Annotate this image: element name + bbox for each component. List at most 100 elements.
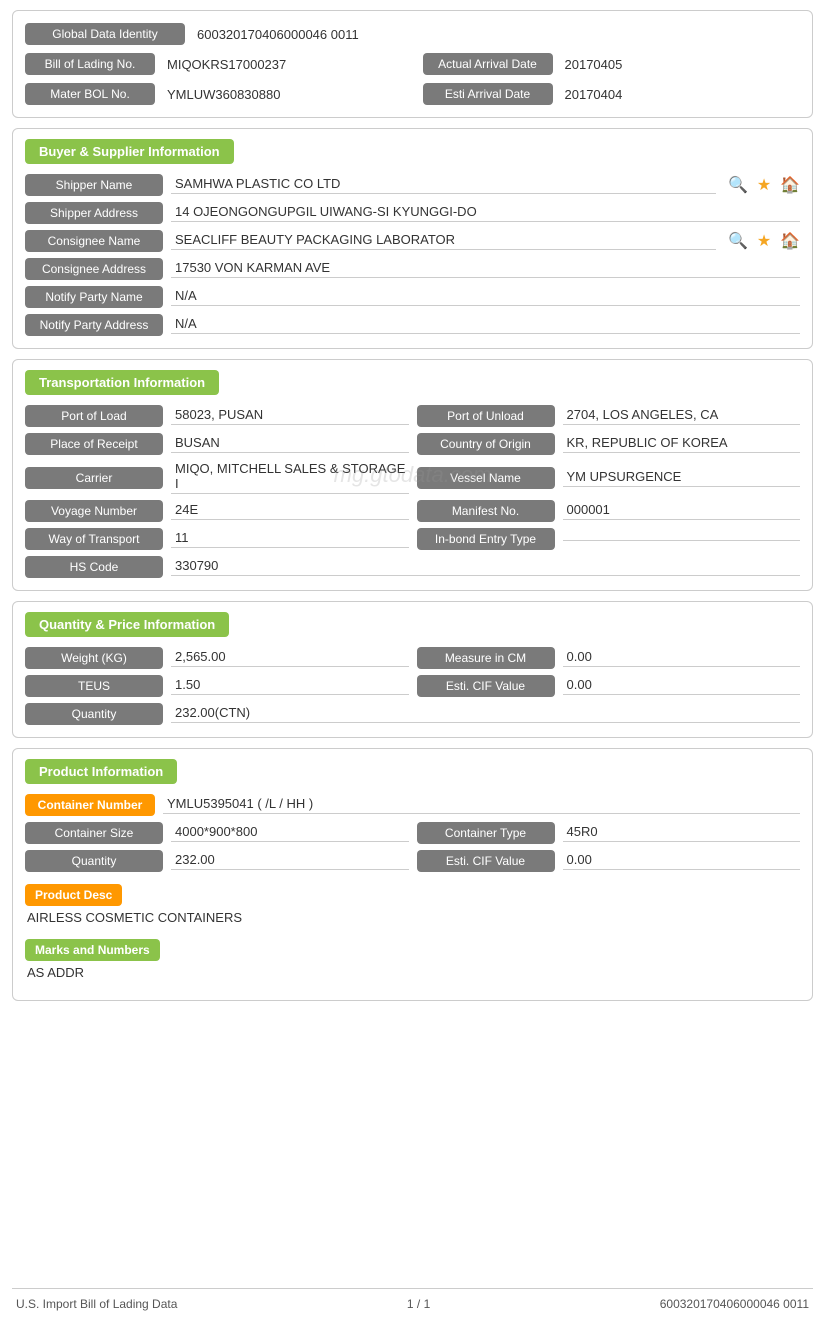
- way-of-transport-label: Way of Transport: [25, 528, 163, 550]
- carrier-pair: Carrier MIQO, MITCHELL SALES & STORAGE I: [25, 461, 409, 494]
- transportation-section: Transportation Information mg.gtodata.co…: [12, 359, 813, 591]
- carrier-label: Carrier: [25, 467, 163, 489]
- voyage-number-pair: Voyage Number 24E: [25, 500, 409, 522]
- shipper-name-icons: 🔍 ★ 🏠: [724, 175, 800, 195]
- shipper-search-icon[interactable]: 🔍: [728, 175, 748, 195]
- actual-arrival-date-value: 20170405: [561, 57, 623, 72]
- product-desc-block: Product Desc AIRLESS COSMETIC CONTAINERS: [25, 884, 800, 933]
- esti-cif-pair: Esti. CIF Value 0.00: [417, 675, 801, 697]
- identity-box: Global Data Identity 600320170406000046 …: [12, 10, 813, 118]
- weight-kg-pair: Weight (KG) 2,565.00: [25, 647, 409, 669]
- quantity-price-grid: Weight (KG) 2,565.00 Measure in CM 0.00 …: [25, 647, 800, 725]
- bill-of-lading-label: Bill of Lading No.: [25, 53, 155, 75]
- port-of-load-pair: Port of Load 58023, PUSAN: [25, 405, 409, 427]
- notify-party-address-row: Notify Party Address N/A: [25, 314, 800, 336]
- container-type-label: Container Type: [417, 822, 555, 844]
- product-esti-cif-value: 0.00: [563, 852, 801, 870]
- hs-code-label: HS Code: [25, 556, 163, 578]
- transportation-grid: Port of Load 58023, PUSAN Port of Unload…: [25, 405, 800, 578]
- voyage-manifest-row: Voyage Number 24E Manifest No. 000001: [25, 500, 800, 522]
- product-quantity-label: Quantity: [25, 850, 163, 872]
- bill-of-lading-pair: Bill of Lading No. MIQOKRS17000237: [25, 53, 403, 75]
- teus-pair: TEUS 1.50: [25, 675, 409, 697]
- carrier-value: MIQO, MITCHELL SALES & STORAGE I: [171, 461, 409, 494]
- marks-and-numbers-value: AS ADDR: [25, 965, 800, 980]
- vessel-name-label: Vessel Name: [417, 467, 555, 489]
- page-wrapper: Global Data Identity 600320170406000046 …: [0, 0, 825, 1325]
- manifest-no-label: Manifest No.: [417, 500, 555, 522]
- actual-arrival-date-label: Actual Arrival Date: [423, 53, 553, 75]
- consignee-name-row: Consignee Name SEACLIFF BEAUTY PACKAGING…: [25, 230, 800, 252]
- quantity-price-header: Quantity & Price Information: [25, 612, 229, 637]
- container-type-pair: Container Type 45R0: [417, 822, 801, 844]
- container-number-label: Container Number: [25, 794, 155, 816]
- product-esti-cif-label: Esti. CIF Value: [417, 850, 555, 872]
- mater-bol-label: Mater BOL No.: [25, 83, 155, 105]
- container-number-row: Container Number YMLU5395041 ( /L / HH ): [25, 794, 800, 816]
- bill-of-lading-value: MIQOKRS17000237: [163, 57, 286, 72]
- product-header: Product Information: [25, 759, 177, 784]
- consignee-home-icon[interactable]: 🏠: [780, 231, 800, 251]
- esti-arrival-date-value: 20170404: [561, 87, 623, 102]
- weight-kg-label: Weight (KG): [25, 647, 163, 669]
- footer-center: 1 / 1: [407, 1297, 430, 1311]
- port-of-load-label: Port of Load: [25, 405, 163, 427]
- teus-label: TEUS: [25, 675, 163, 697]
- hs-code-value: 330790: [171, 558, 800, 576]
- mater-bol-pair: Mater BOL No. YMLUW360830880: [25, 83, 403, 105]
- place-of-receipt-label: Place of Receipt: [25, 433, 163, 455]
- country-of-origin-pair: Country of Origin KR, REPUBLIC OF KOREA: [417, 433, 801, 455]
- in-bond-entry-type-pair: In-bond Entry Type: [417, 528, 801, 550]
- shipper-address-value: 14 OJEONGONGUPGIL UIWANG-SI KYUNGGI-DO: [171, 204, 800, 222]
- shipper-home-icon[interactable]: 🏠: [780, 175, 800, 195]
- port-of-unload-label: Port of Unload: [417, 405, 555, 427]
- esti-cif-value-label: Esti. CIF Value: [417, 675, 555, 697]
- notify-party-name-value: N/A: [171, 288, 800, 306]
- container-size-pair: Container Size 4000*900*800: [25, 822, 409, 844]
- actual-arrival-pair: Actual Arrival Date 20170405: [423, 53, 801, 75]
- container-size-label: Container Size: [25, 822, 163, 844]
- consignee-name-label: Consignee Name: [25, 230, 163, 252]
- footer: U.S. Import Bill of Lading Data 1 / 1 60…: [12, 1288, 813, 1315]
- port-of-unload-value: 2704, LOS ANGELES, CA: [563, 407, 801, 425]
- country-of-origin-value: KR, REPUBLIC OF KOREA: [563, 435, 801, 453]
- global-data-identity-label: Global Data Identity: [25, 23, 185, 45]
- shipper-address-label: Shipper Address: [25, 202, 163, 224]
- consignee-address-value: 17530 VON KARMAN AVE: [171, 260, 800, 278]
- manifest-no-pair: Manifest No. 000001: [417, 500, 801, 522]
- receipt-origin-row: Place of Receipt BUSAN Country of Origin…: [25, 433, 800, 455]
- quantity-row: Quantity 232.00(CTN): [25, 703, 800, 725]
- way-of-transport-pair: Way of Transport 11: [25, 528, 409, 550]
- container-size-value: 4000*900*800: [171, 824, 409, 842]
- shipper-star-icon[interactable]: ★: [754, 175, 774, 195]
- port-row: Port of Load 58023, PUSAN Port of Unload…: [25, 405, 800, 427]
- bol-row: Bill of Lading No. MIQOKRS17000237 Actua…: [25, 49, 800, 79]
- global-data-identity-row: Global Data Identity 600320170406000046 …: [25, 19, 800, 49]
- weight-measure-row: Weight (KG) 2,565.00 Measure in CM 0.00: [25, 647, 800, 669]
- voyage-number-value: 24E: [171, 502, 409, 520]
- consignee-name-icons: 🔍 ★ 🏠: [724, 231, 800, 251]
- notify-party-name-label: Notify Party Name: [25, 286, 163, 308]
- place-of-receipt-pair: Place of Receipt BUSAN: [25, 433, 409, 455]
- product-quantity-cif-row: Quantity 232.00 Esti. CIF Value 0.00: [25, 850, 800, 872]
- port-of-unload-pair: Port of Unload 2704, LOS ANGELES, CA: [417, 405, 801, 427]
- shipper-name-value: SAMHWA PLASTIC CO LTD: [171, 176, 716, 194]
- product-desc-label: Product Desc: [25, 884, 122, 906]
- vessel-name-pair: Vessel Name YM UPSURGENCE: [417, 467, 801, 489]
- consignee-address-row: Consignee Address 17530 VON KARMAN AVE: [25, 258, 800, 280]
- port-of-load-value: 58023, PUSAN: [171, 407, 409, 425]
- product-section: Product Information Container Number YML…: [12, 748, 813, 1001]
- vessel-name-value: YM UPSURGENCE: [563, 469, 801, 487]
- consignee-name-value: SEACLIFF BEAUTY PACKAGING LABORATOR: [171, 232, 716, 250]
- product-quantity-value: 232.00: [171, 852, 409, 870]
- shipper-name-label: Shipper Name: [25, 174, 163, 196]
- transportation-header: Transportation Information: [25, 370, 219, 395]
- esti-arrival-date-label: Esti Arrival Date: [423, 83, 553, 105]
- container-size-type-row: Container Size 4000*900*800 Container Ty…: [25, 822, 800, 844]
- mater-bol-row: Mater BOL No. YMLUW360830880 Esti Arriva…: [25, 79, 800, 109]
- footer-right: 600320170406000046 0011: [660, 1297, 809, 1311]
- in-bond-entry-type-label: In-bond Entry Type: [417, 528, 555, 550]
- marks-block: Marks and Numbers AS ADDR: [25, 939, 800, 988]
- consignee-star-icon[interactable]: ★: [754, 231, 774, 251]
- consignee-search-icon[interactable]: 🔍: [728, 231, 748, 251]
